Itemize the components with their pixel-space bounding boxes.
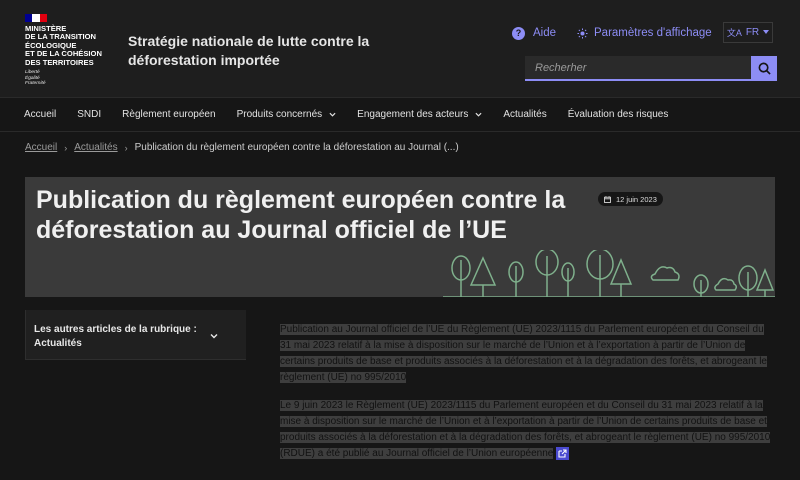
external-link-icon[interactable]	[556, 446, 570, 460]
search-bar	[525, 56, 777, 81]
sidemenu-label: Les autres articles de la rubrique : Act…	[34, 324, 197, 349]
nav-item-accueil[interactable]: Accueil	[24, 109, 56, 120]
nav-item-engagement-des-acteurs[interactable]: Engagement des acteurs	[357, 109, 482, 120]
display-settings-label: Paramètres d'affichage	[594, 27, 712, 39]
site-title[interactable]: Stratégie nationale de lutte contre la d…	[128, 32, 458, 70]
sun-icon	[577, 27, 588, 39]
paragraph-text[interactable]: Le 9 juin 2023 le Règlement (UE) 2023/11…	[280, 400, 771, 459]
help-label: Aide	[533, 27, 557, 39]
page-title: Publication du règlement européen contre…	[36, 186, 566, 244]
breadcrumb-home[interactable]: Accueil	[25, 142, 57, 153]
ministry-logo[interactable]: Ministère de la transition écologique et…	[25, 14, 105, 87]
marianne-flag	[25, 14, 47, 22]
search-icon	[758, 62, 771, 75]
chevron-down-icon	[763, 30, 770, 34]
nav-item-produits-concernes[interactable]: Produits concernés	[237, 109, 337, 120]
search-input[interactable]	[525, 56, 751, 81]
date-badge: 12 juin 2023	[598, 192, 663, 206]
question-icon: ?	[512, 26, 525, 40]
nav-item-evaluation-des-risques[interactable]: Évaluation des risques	[568, 109, 669, 120]
nav-item-actualites[interactable]: Actualités	[503, 109, 546, 120]
sidemenu-toggle[interactable]: Les autres articles de la rubrique : Act…	[25, 310, 246, 360]
breadcrumb: Accueil › Actualités › Publication du rè…	[25, 142, 459, 153]
ministry-name: Ministère de la transition écologique et…	[25, 24, 102, 67]
chevron-down-icon	[329, 112, 336, 117]
date-label: 12 juin 2023	[616, 194, 657, 204]
display-settings-button[interactable]: Paramètres d'affichage	[577, 24, 712, 42]
article-body: Publication au Journal officiel de l’UE …	[280, 322, 775, 474]
article-paragraph: Publication au Journal officiel de l’UE …	[280, 322, 775, 386]
help-link[interactable]: ? Aide	[512, 24, 556, 42]
calendar-icon	[604, 195, 611, 203]
translate-icon: 文A	[726, 28, 742, 38]
chevron-down-icon	[210, 334, 218, 339]
chevron-right-icon: ›	[124, 142, 128, 153]
breadcrumb-section[interactable]: Actualités	[74, 142, 117, 153]
nav-item-sndi[interactable]: SNDI	[77, 109, 101, 120]
language-label: FR	[745, 27, 760, 38]
article-hero: Publication du règlement européen contre…	[25, 177, 775, 297]
chevron-right-icon: ›	[64, 142, 68, 153]
site-header: Ministère de la transition écologique et…	[0, 0, 800, 98]
language-selector[interactable]: 文A FR	[723, 22, 773, 43]
article-paragraph: Le 9 juin 2023 le Règlement (UE) 2023/11…	[280, 398, 775, 462]
paragraph-text: Publication au Journal officiel de l’UE …	[280, 324, 767, 383]
trees-illustration	[443, 250, 775, 297]
main-navigation: Accueil SNDI Règlement européen Produits…	[0, 98, 800, 132]
chevron-down-icon	[475, 112, 482, 117]
republic-motto: Liberté Égalité Fraternité	[25, 70, 46, 87]
nav-item-reglement-europeen[interactable]: Règlement européen	[122, 109, 215, 120]
search-button[interactable]	[751, 56, 777, 81]
breadcrumb-current: Publication du règlement européen contre…	[134, 142, 459, 153]
